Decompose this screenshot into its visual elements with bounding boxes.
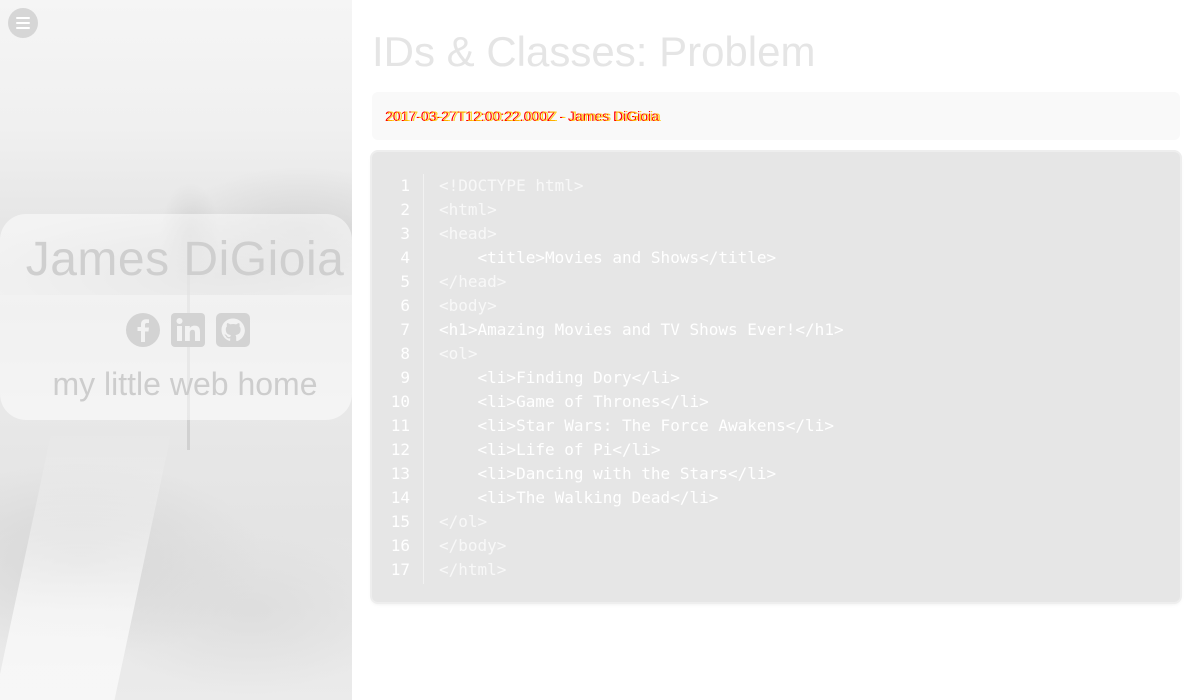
line-number: 7 bbox=[400, 320, 410, 339]
code-line: </head> bbox=[439, 272, 507, 291]
line-number: 16 bbox=[390, 536, 410, 555]
line-number: 11 bbox=[390, 416, 410, 435]
code-line: <body> bbox=[439, 296, 497, 315]
sidebar: James DiGioia my little web home bbox=[0, 0, 352, 700]
code-line: <li>Star Wars: The Force Awakens</li> bbox=[439, 416, 834, 435]
hamburger-menu-icon-bar bbox=[16, 22, 30, 24]
code-line: <head> bbox=[439, 224, 497, 243]
site-tagline: my little web home bbox=[52, 366, 318, 402]
line-number: 14 bbox=[390, 488, 410, 507]
github-icon[interactable] bbox=[215, 312, 251, 348]
code-line: </body> bbox=[439, 536, 507, 555]
code-line: <li>The Walking Dead</li> bbox=[439, 488, 719, 507]
main-content: IDs & Classes: Problem 2017-03-27T12:00:… bbox=[352, 0, 1200, 700]
code-line: </html> bbox=[439, 560, 507, 579]
line-number: 15 bbox=[390, 512, 410, 531]
code-line: <li>Finding Dory</li> bbox=[439, 368, 680, 387]
line-number: 6 bbox=[400, 296, 410, 315]
line-number: 10 bbox=[390, 392, 410, 411]
code-line: <li>Life of Pi</li> bbox=[439, 440, 661, 459]
code-line: <title>Movies and Shows</title> bbox=[439, 248, 777, 267]
line-number: 8 bbox=[400, 344, 410, 363]
line-number: 13 bbox=[390, 464, 410, 483]
hamburger-menu-icon bbox=[16, 17, 30, 19]
hamburger-menu-icon-bar bbox=[16, 27, 30, 29]
code-block: 1 2 3 4 5 6 7 8 9 10 11 12 13 14 15 16 1… bbox=[372, 152, 1180, 602]
menu-button[interactable] bbox=[8, 8, 38, 38]
background-path bbox=[0, 430, 172, 700]
line-number: 12 bbox=[390, 440, 410, 459]
post-meta-bar: 2017-03-27T12:00:22.000Z - James DiGioia… bbox=[372, 92, 1180, 140]
code-line: <li>Game of Thrones</li> bbox=[439, 392, 709, 411]
site-author-name[interactable]: James DiGioia bbox=[0, 232, 352, 287]
code-line: <!DOCTYPE html> bbox=[439, 176, 584, 195]
line-number: 4 bbox=[400, 248, 410, 267]
post-meta-overlap: 2017-03-27T12:00:22.000Z - James DiGioia bbox=[387, 108, 661, 124]
post-title: IDs & Classes: Problem bbox=[372, 28, 816, 75]
code-line: <ol> bbox=[439, 344, 478, 363]
code-line: <h1>Amazing Movies and TV Shows Ever!</h… bbox=[439, 320, 844, 339]
line-number: 17 bbox=[390, 560, 410, 579]
facebook-icon[interactable] bbox=[125, 312, 161, 348]
line-number: 3 bbox=[400, 224, 410, 243]
social-links bbox=[125, 312, 251, 348]
code-lines: <!DOCTYPE html> <html> <head> <title>Mov… bbox=[439, 174, 844, 582]
line-number: 1 bbox=[400, 176, 410, 195]
code-line: </ol> bbox=[439, 512, 488, 531]
line-number: 2 bbox=[400, 200, 410, 219]
profile-card: James DiGioia my little web home bbox=[0, 214, 352, 420]
code-line: <html> bbox=[439, 200, 497, 219]
line-number: 5 bbox=[400, 272, 410, 291]
line-number-gutter: 1 2 3 4 5 6 7 8 9 10 11 12 13 14 15 16 1… bbox=[372, 174, 424, 584]
code-line: <li>Dancing with the Stars</li> bbox=[439, 464, 777, 483]
line-number: 9 bbox=[400, 368, 410, 387]
post-meta: 2017-03-27T12:00:22.000Z - James DiGioia… bbox=[385, 108, 661, 124]
linkedin-icon[interactable] bbox=[170, 312, 206, 348]
